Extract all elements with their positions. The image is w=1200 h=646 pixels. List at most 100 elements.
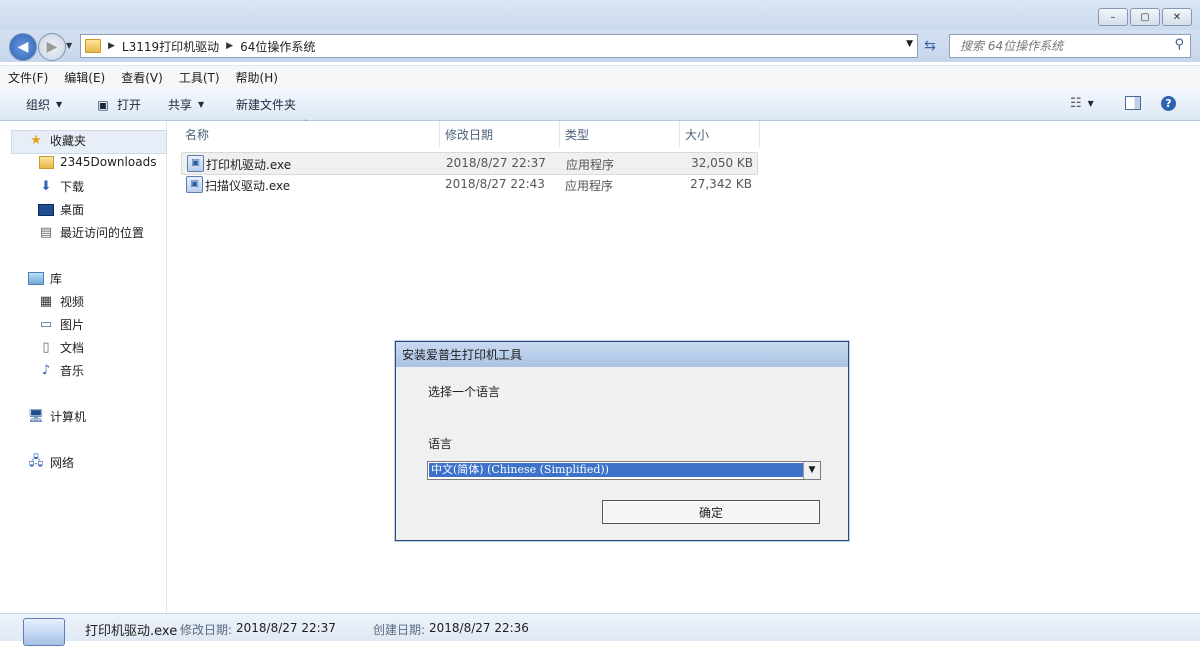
organize-label: 组织 [26,98,51,112]
column-size-label: 大小 [685,127,710,142]
menu-view[interactable]: 查看(V) [113,69,171,86]
details-pane: 打印机驱动.exe 修改日期: 2018/8/27 22:37 创建日期: 20… [0,613,1200,646]
address-history-dropdown[interactable]: ▼ [906,39,913,49]
nav-item-label: 桌面 [60,203,85,217]
minimize-button[interactable]: – [1098,8,1128,26]
open-app-icon: ▣ [97,97,109,112]
file-type: 应用程序 [566,158,615,172]
share-button[interactable]: 共享 ▼ [168,96,204,113]
nav-item-label: 最近访问的位置 [60,226,145,240]
address-bar[interactable]: ▶ L3119打印机驱动 ▶ 64位操作系统 ▼ [80,34,918,58]
nav-item-2345downloads[interactable]: 2345Downloads [38,155,156,169]
details-view-icon: ☷ [1070,96,1082,111]
chevron-right-icon[interactable]: ▶ [226,41,233,51]
ok-button[interactable]: 确定 [602,500,820,524]
nav-favorites-label: 收藏夹 [50,134,87,148]
menu-tools[interactable]: 工具(T) [171,69,228,86]
menu-help[interactable]: 帮助(H) [228,69,286,86]
organize-button[interactable]: 组织 ▼ [26,96,62,113]
nav-item-pictures[interactable]: ▭ 图片 [38,316,84,333]
chevron-right-icon[interactable]: ▶ [108,41,115,51]
preview-pane-icon [1125,96,1141,110]
nav-item-label: 视频 [60,295,85,309]
nav-item-downloads[interactable]: ⬇ 下载 [38,178,84,195]
file-name: 扫描仪驱动.exe [205,179,291,193]
exe-file-icon: ▣ [187,155,204,172]
sort-ascending-icon: ˆ [304,119,308,128]
documents-icon: ▯ [42,340,50,355]
exe-file-icon [23,618,65,646]
column-header-modified[interactable]: 修改日期 [440,121,560,147]
chevron-down-icon[interactable]: ▼ [803,462,820,479]
dropdown-arrow-icon: ▼ [56,100,63,109]
file-row[interactable]: ▣ 打印机驱动.exe 2018/8/27 22:37 应用程序 32,050 … [181,152,758,175]
breadcrumb-l3119[interactable]: L3119打印机驱动 [122,38,219,55]
file-size: 32,050 KB [691,156,753,170]
back-button[interactable]: ◀ [9,33,37,61]
file-name: 打印机驱动.exe [206,158,292,172]
nav-item-desktop[interactable]: 桌面 [38,201,84,218]
forward-arrow-icon: ▶ [46,39,58,55]
refresh-button[interactable]: ⇆ [918,34,942,58]
status-created-value: 2018/8/27 22:36 [429,621,529,635]
window-controls: – ▢ ✕ [1098,8,1192,26]
search-icon[interactable]: ⚲ [1174,37,1184,52]
menu-edit[interactable]: 编辑(E) [56,69,113,86]
folder-icon [85,39,101,53]
column-header-name[interactable]: 名称 ˆ [180,119,440,147]
column-header-size[interactable]: 大小 [680,121,760,147]
column-header-type[interactable]: 类型 [560,121,680,147]
downloads-folder-icon: ⬇ [40,179,52,194]
close-button[interactable]: ✕ [1162,8,1192,26]
nav-item-label: 下载 [60,180,85,194]
recent-pages-dropdown[interactable]: ▼ [66,41,72,50]
title-bar [0,0,1200,34]
nav-network[interactable]: 🖧 网络 [28,454,74,471]
help-button[interactable]: ? [1161,96,1176,111]
nav-libraries-label: 库 [50,272,63,286]
refresh-icon: ⇆ [924,38,936,54]
desktop-icon [38,203,54,217]
column-name-label: 名称 [185,127,210,142]
preview-pane-button[interactable] [1125,96,1141,110]
nav-libraries[interactable]: 库 [28,270,62,287]
breadcrumb-64bit[interactable]: 64位操作系统 [240,38,315,55]
nav-favorites[interactable]: ★ 收藏夹 [28,132,86,149]
dialog-title[interactable]: 安装爱普生打印机工具 [396,342,848,367]
search-box[interactable]: ⚲ [949,34,1191,58]
language-label: 语言 [428,437,453,451]
network-icon: 🖧 [28,453,44,469]
menu-file[interactable]: 文件(F) [0,69,56,86]
language-select[interactable]: 中文(简体) (Chinese (Simplified)) ▼ [427,461,821,480]
open-label: 打开 [117,98,142,112]
nav-item-recent[interactable]: ▤ 最近访问的位置 [38,224,144,241]
nav-item-label: 音乐 [60,364,85,378]
nav-item-videos[interactable]: ▦ 视频 [38,293,84,310]
new-folder-button[interactable]: 新建文件夹 [236,96,296,113]
maximize-button[interactable]: ▢ [1130,8,1160,26]
nav-network-label: 网络 [50,456,75,470]
nav-item-documents[interactable]: ▯ 文档 [38,339,84,356]
column-modified-label: 修改日期 [445,127,494,142]
computer-icon: 🖥 [27,409,45,424]
help-icon: ? [1161,96,1176,111]
nav-item-music[interactable]: ♪ 音乐 [38,362,84,379]
nav-computer-label: 计算机 [50,410,87,424]
language-select-value: 中文(简体) (Chinese (Simplified)) [429,463,803,477]
dropdown-arrow-icon: ▼ [1087,99,1094,108]
video-icon: ▦ [39,294,53,309]
view-options-button[interactable]: ☷ ▼ [1070,96,1094,111]
status-filename: 打印机驱动.exe [85,624,178,639]
open-button[interactable]: ▣ 打开 [95,96,141,113]
forward-button[interactable]: ▶ [38,33,66,61]
file-row[interactable]: ▣ 扫描仪驱动.exe 2018/8/27 22:43 应用程序 27,342 … [181,174,756,195]
nav-computer[interactable]: 🖥 计算机 [28,408,86,425]
column-type-label: 类型 [565,127,590,142]
recent-places-icon: ▤ [39,225,53,240]
nav-item-label: 文档 [60,341,85,355]
search-input[interactable] [958,38,1172,54]
back-arrow-icon: ◀ [17,39,29,55]
star-icon: ★ [30,133,42,148]
file-type: 应用程序 [565,179,614,193]
file-modified: 2018/8/27 22:37 [446,156,546,170]
